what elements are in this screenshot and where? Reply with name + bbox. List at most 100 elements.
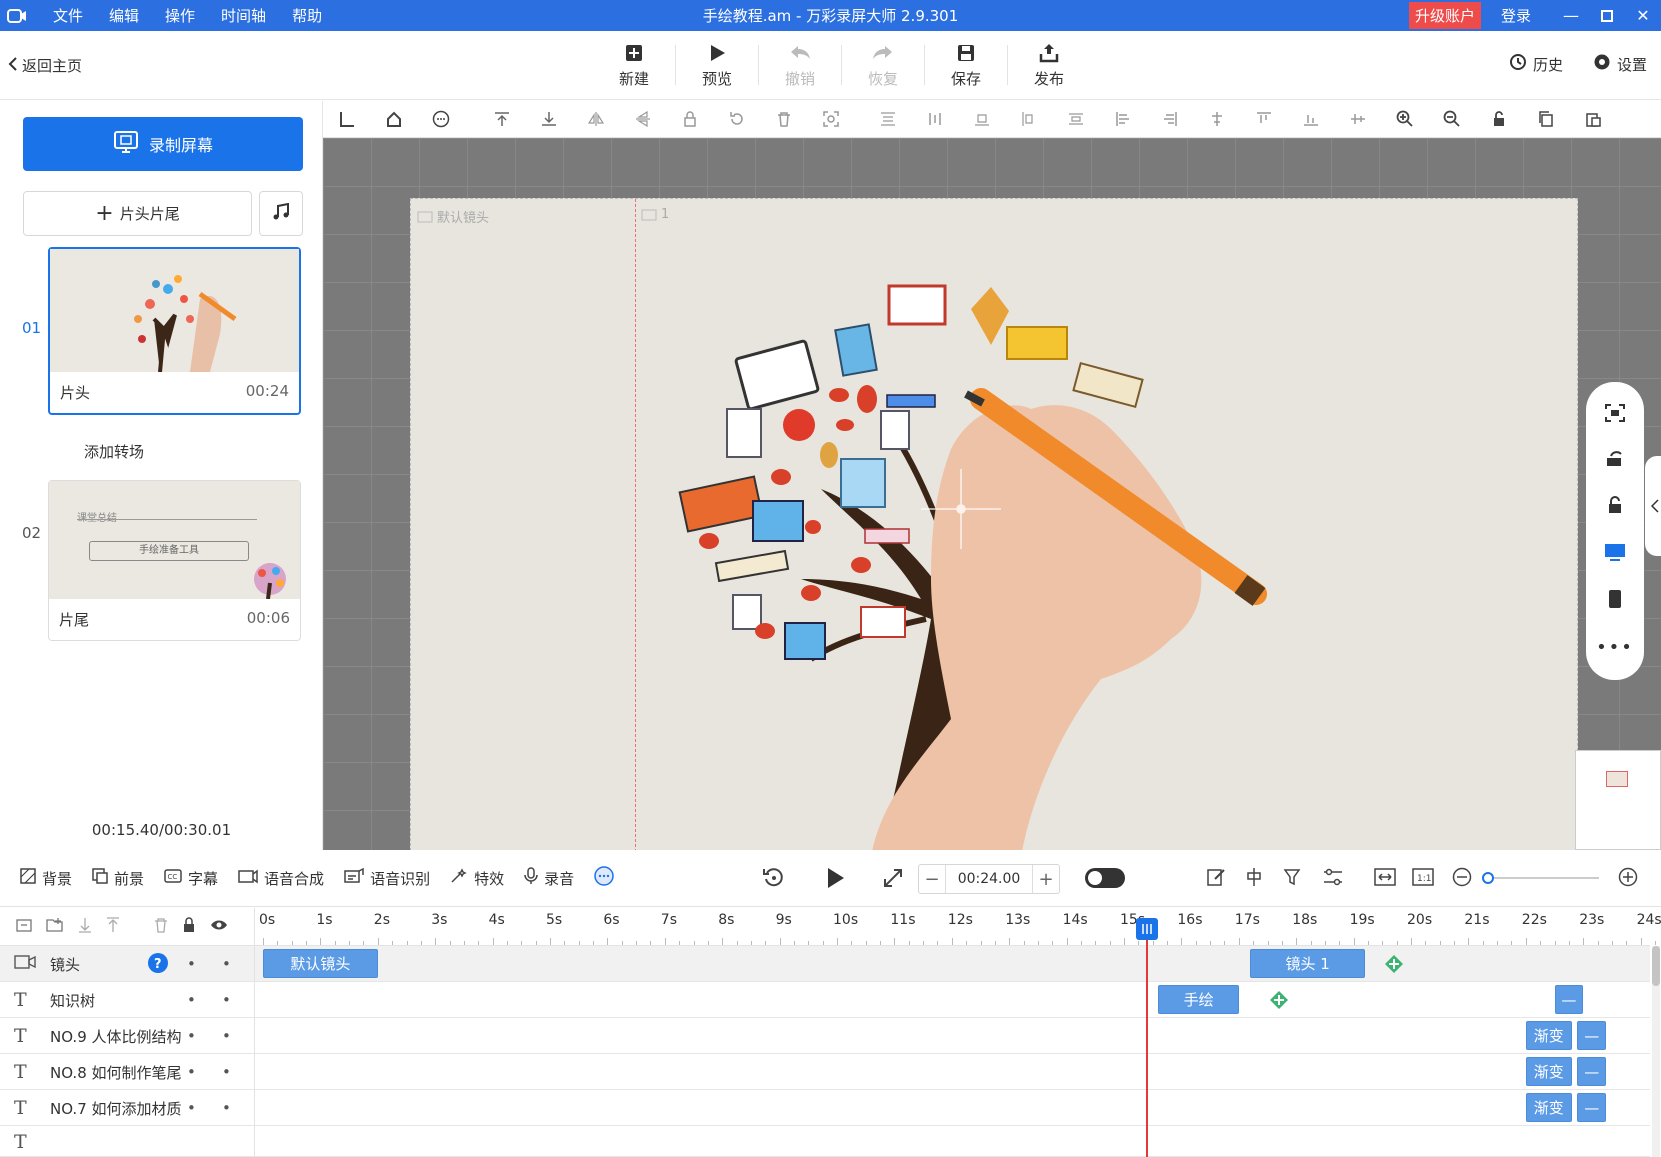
timeline-clip[interactable]: 镜头 1: [1250, 949, 1366, 978]
align-center-v-icon[interactable]: [1334, 101, 1381, 138]
save-button[interactable]: 保存: [925, 31, 1007, 100]
flip-vertical-icon[interactable]: [619, 101, 666, 138]
playhead-line[interactable]: [1145, 920, 1148, 1157]
login-button[interactable]: 登录: [1501, 5, 1531, 26]
preview-button[interactable]: 预览: [676, 31, 758, 100]
play-button[interactable]: [826, 866, 846, 890]
back-home-button[interactable]: 返回主页: [8, 55, 82, 76]
unlock-icon[interactable]: [1606, 496, 1624, 518]
focus-icon[interactable]: [807, 101, 854, 138]
track-dot[interactable]: •: [187, 1099, 196, 1117]
flip-horizontal-icon[interactable]: [572, 101, 619, 138]
time-plus-button[interactable]: +: [1033, 869, 1059, 890]
upgrade-button[interactable]: 升级账户: [1408, 2, 1481, 29]
history-button[interactable]: 历史: [1509, 53, 1563, 75]
lock-all-icon[interactable]: [182, 916, 196, 937]
menu-edit[interactable]: 编辑: [96, 5, 152, 26]
track-row[interactable]: T NO.8 如何制作笔尾 • • 渐变 —: [0, 1054, 1650, 1090]
track-dot[interactable]: •: [187, 991, 196, 1009]
align-bottom-edge-icon[interactable]: [1287, 101, 1334, 138]
new-button[interactable]: 新建: [593, 31, 675, 100]
maximize-icon[interactable]: [1589, 0, 1625, 31]
record-audio-button[interactable]: 录音: [524, 867, 574, 889]
move-up-icon[interactable]: [106, 916, 120, 937]
playhead-handle[interactable]: [1135, 918, 1158, 940]
record-screen-button[interactable]: 录制屏幕: [23, 117, 303, 171]
align-left-icon[interactable]: [1005, 101, 1052, 138]
timeline-clip[interactable]: —: [1554, 985, 1584, 1014]
subtitle-button[interactable]: CC 字幕: [164, 868, 218, 889]
track-row[interactable]: 镜头 ? • • 默认镜头 镜头 1: [0, 946, 1650, 982]
camera-rotate-icon[interactable]: [1605, 450, 1625, 472]
track-dot[interactable]: •: [222, 991, 231, 1009]
screen-icon[interactable]: [1604, 543, 1626, 565]
track-row[interactable]: T NO.7 如何添加材质 • • 渐变 —: [0, 1090, 1650, 1126]
help-icon[interactable]: ?: [148, 953, 168, 977]
close-icon[interactable]: ✕: [1625, 0, 1661, 31]
background-button[interactable]: 背景: [20, 868, 72, 889]
timeline-clip[interactable]: 渐变: [1525, 1057, 1572, 1086]
side-panel-toggle[interactable]: [1645, 456, 1661, 556]
timeline-ruler[interactable]: 0s 1s 2s 3s 4s 5s 6s 7s 8s 9s 10s 11s 12s 13s 14s 15s 16…: [255, 908, 1661, 946]
copy-icon[interactable]: [1522, 101, 1569, 138]
delete-icon[interactable]: [760, 101, 807, 138]
edit-icon[interactable]: [1206, 867, 1226, 891]
menu-operate[interactable]: 操作: [152, 5, 208, 26]
ruler-icon[interactable]: [323, 101, 370, 138]
timeline-clip[interactable]: 手绘: [1158, 985, 1239, 1014]
undo-button[interactable]: 撤销: [759, 31, 841, 100]
add-keyframe-icon[interactable]: [1384, 954, 1404, 974]
menu-timeline[interactable]: 时间轴: [208, 5, 279, 26]
timeline-clip[interactable]: 默认镜头: [263, 949, 378, 978]
zoom-in-icon[interactable]: [1381, 101, 1428, 138]
settings-button[interactable]: 设置: [1593, 53, 1647, 75]
zoom-in-timeline-icon[interactable]: [1618, 867, 1638, 891]
replay-icon[interactable]: [762, 866, 786, 890]
home-icon[interactable]: [370, 101, 417, 138]
timeline-clip[interactable]: —: [1577, 1057, 1607, 1086]
rotate-icon[interactable]: [713, 101, 760, 138]
align-bottom-icon[interactable]: [958, 101, 1005, 138]
adjust-icon[interactable]: [1322, 867, 1344, 891]
actual-size-icon[interactable]: 1:1: [1412, 867, 1434, 891]
more-icon[interactable]: •••: [1596, 637, 1634, 658]
move-down-icon[interactable]: [78, 917, 92, 937]
add-track-icon[interactable]: [16, 917, 32, 937]
speech-recognition-button[interactable]: 语音识别: [344, 867, 430, 889]
timeline-clip[interactable]: —: [1577, 1021, 1607, 1050]
minimap[interactable]: [1575, 750, 1661, 850]
canvas-paper[interactable]: 默认镜头 1: [410, 198, 1578, 850]
align-top-icon[interactable]: [864, 101, 911, 138]
align-middle-icon[interactable]: [911, 101, 958, 138]
unlock-icon[interactable]: [1475, 101, 1522, 138]
redo-button[interactable]: 恢复: [842, 31, 924, 100]
align-left-edge-icon[interactable]: [1099, 101, 1146, 138]
add-keyframe-icon[interactable]: [1269, 990, 1289, 1010]
timeline-clip[interactable]: 渐变: [1525, 1021, 1572, 1050]
scene-card-1[interactable]: 片头 00:24: [48, 247, 301, 415]
track-dot[interactable]: •: [187, 955, 196, 973]
align-top-edge-icon[interactable]: [1240, 101, 1287, 138]
timeline-clip[interactable]: 渐变: [1525, 1093, 1572, 1122]
paste-icon[interactable]: [1569, 101, 1616, 138]
track-dot[interactable]: •: [187, 1063, 196, 1081]
track-row[interactable]: T: [0, 1126, 1650, 1157]
distribute-h-icon[interactable]: [1052, 101, 1099, 138]
eye-icon[interactable]: [210, 919, 228, 935]
more-circle-icon[interactable]: [417, 101, 464, 138]
trash-icon[interactable]: [154, 917, 168, 937]
add-folder-icon[interactable]: [46, 917, 64, 937]
track-dot[interactable]: •: [222, 955, 231, 973]
split-icon[interactable]: [1244, 867, 1264, 891]
timeline-zoom-knob[interactable]: [1482, 872, 1494, 884]
track-dot[interactable]: •: [222, 1063, 231, 1081]
bring-front-icon[interactable]: [478, 101, 525, 138]
time-minus-button[interactable]: −: [919, 869, 945, 890]
track-dot[interactable]: •: [187, 1027, 196, 1045]
fullscreen-icon[interactable]: [1605, 404, 1625, 426]
send-back-icon[interactable]: [525, 101, 572, 138]
music-button[interactable]: [259, 191, 303, 236]
track-dot[interactable]: •: [222, 1099, 231, 1117]
lock-icon[interactable]: [666, 101, 713, 138]
tts-button[interactable]: 语音合成: [238, 868, 324, 889]
